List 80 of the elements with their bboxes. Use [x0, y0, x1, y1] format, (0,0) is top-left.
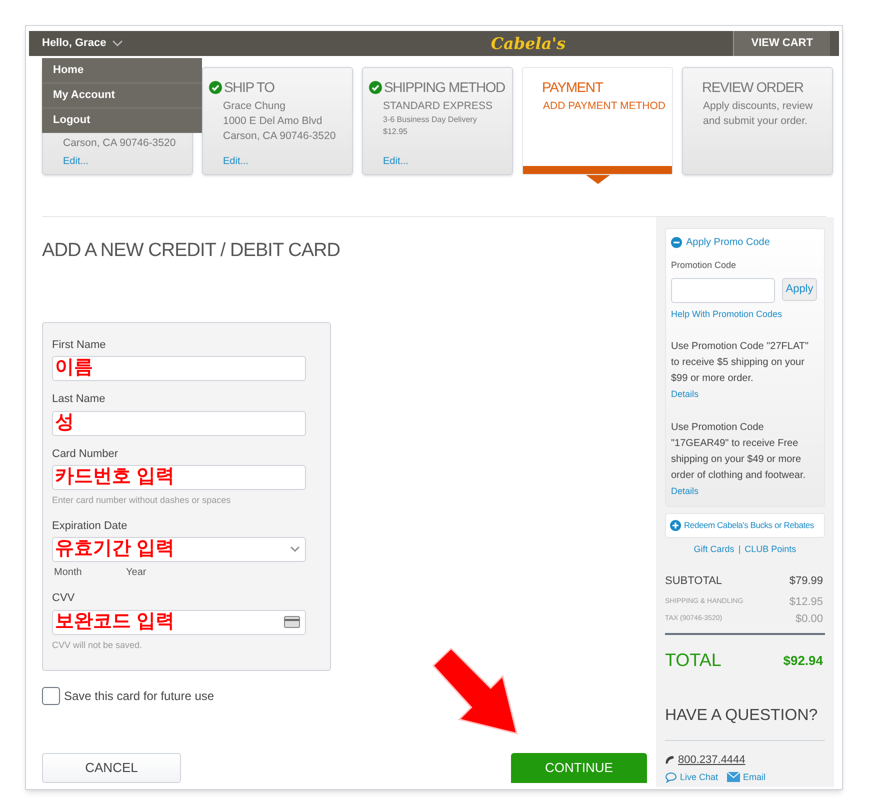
logo[interactable]: Cabela's [490, 32, 566, 56]
summary-value: $0.00 [795, 612, 823, 626]
continue-button[interactable]: CONTINUE [511, 753, 647, 783]
edit-link[interactable]: Edit... [223, 154, 249, 169]
chevron-down-icon [290, 546, 300, 553]
field-label: CVV [52, 591, 76, 606]
promo-offer-text: Use Promotion Code "27FLAT" to receive $5 shipping on your $99 or more order. [671, 340, 810, 386]
details-link[interactable]: Details [671, 388, 819, 402]
live-chat-link[interactable]: Live Chat [680, 770, 718, 784]
link-separator: | [738, 543, 741, 556]
phone-icon [665, 755, 675, 766]
cvv-input-field[interactable] [52, 610, 306, 634]
promo-code-field[interactable] [671, 278, 775, 302]
step-card[interactable]: SHIPPING METHOD STANDARD EXPRESS 3-6 Business Day Delivery $12.95 Edit... [362, 67, 513, 175]
account-menu-toggle[interactable]: Hello, Grace [42, 35, 124, 52]
menu-item[interactable]: Logout [42, 109, 202, 132]
menu-item[interactable]: My Account [42, 84, 202, 107]
selected-notch-icon [586, 175, 610, 184]
step-title: PAYMENT [542, 78, 603, 96]
step-detail: 1000 E Del Amo Blvd [223, 114, 324, 129]
total-label: TOTAL [665, 649, 722, 672]
step-detail: Grace Chung [223, 99, 286, 114]
phone-link[interactable]: 800.237.4444 [678, 752, 746, 768]
step-title: SHIPPING METHOD [384, 78, 505, 96]
step-detail: Apply discounts, review and submit your order. [703, 99, 814, 129]
total-value: $92.94 [783, 652, 823, 670]
annotation-text: 카드번호 입력 [55, 466, 174, 488]
apply-button[interactable]: Apply [782, 278, 817, 300]
help-link[interactable]: Help With Promotion Codes [671, 308, 819, 321]
menu-item[interactable]: Home [42, 59, 202, 82]
step-title: REVIEW ORDER [702, 78, 804, 96]
step-detail: Carson, CA 90746-3520 [63, 136, 177, 151]
annotation-text: 보완코드 입력 [55, 610, 174, 632]
summary-label: SUBTOTAL [665, 574, 722, 588]
step-card[interactable]: SHIP TO Grace Chung 1000 E Del Amo Blvd Carson, CA 90746-3520 Edit... [202, 67, 353, 175]
chat-bubble-icon [665, 772, 677, 783]
annotation-text: 이름 [55, 357, 93, 379]
text-input-field[interactable] [52, 465, 306, 490]
save-card-checkbox[interactable] [42, 687, 60, 705]
chevron-down-icon [112, 40, 124, 47]
question-heading: HAVE A QUESTION? [665, 704, 825, 741]
form-title: ADD A NEW CREDIT / DEBIT CARD [42, 239, 342, 263]
select-sublabel: Year [126, 566, 146, 580]
field-hint: CVV will not be saved. [52, 638, 144, 652]
step-detail: 3-6 Business Day Delivery [383, 114, 478, 126]
field-label: Promotion Code [671, 259, 738, 272]
rebates-toggle[interactable]: Redeem Cabela's Bucks or Rebates [665, 513, 825, 538]
edit-link[interactable]: Edit... [63, 154, 89, 169]
view-cart-button[interactable]: VIEW CART [733, 31, 830, 56]
sidebar-link[interactable]: CLUB Points [744, 543, 796, 556]
step-card[interactable]: PAYMENT ADD PAYMENT METHOD [522, 67, 673, 175]
expiry-select-field[interactable] [52, 537, 306, 562]
step-detail: $12.95 [383, 126, 408, 138]
field-label: First Name [52, 338, 107, 352]
text-input-field[interactable] [52, 356, 306, 381]
step-card[interactable]: REVIEW ORDER Apply discounts, review and submit your order. [682, 67, 833, 175]
sidebar-link[interactable]: Gift Cards [694, 543, 734, 556]
email-link[interactable]: Email [743, 770, 766, 784]
step-detail: Carson, CA 90746-3520 [223, 129, 337, 144]
text-input-field[interactable] [52, 410, 306, 436]
promo-offer-text: Use Promotion Code "17GEAR49" to receive Free shipping on your $49 or more order of clothing and footwear. [671, 420, 807, 482]
select-sublabel: Month [54, 566, 83, 580]
field-label: Expiration Date [52, 518, 128, 534]
step-title: SHIP TO [224, 78, 274, 96]
envelope-icon [727, 772, 740, 782]
field-hint: Enter card number without dashes or spaces [52, 494, 232, 507]
edit-link[interactable]: Edit... [383, 154, 409, 169]
save-card-label: Save this card for future use [64, 688, 214, 705]
card-icon [284, 616, 300, 628]
annotation-text: 유효기간 입력 [55, 538, 174, 560]
field-label: Last Name [52, 392, 106, 407]
field-label: Card Number [52, 446, 120, 462]
details-link[interactable]: Details [671, 484, 819, 498]
step-detail: STANDARD EXPRESS [383, 99, 494, 114]
annotation-text: 성 [55, 412, 74, 434]
summary-value: $12.95 [789, 595, 823, 610]
promo-toggle[interactable]: Apply Promo Code [671, 235, 819, 250]
summary-value: $79.99 [789, 574, 823, 588]
cancel-button[interactable]: CANCEL [42, 753, 181, 783]
step-detail: ADD PAYMENT METHOD [543, 99, 666, 114]
